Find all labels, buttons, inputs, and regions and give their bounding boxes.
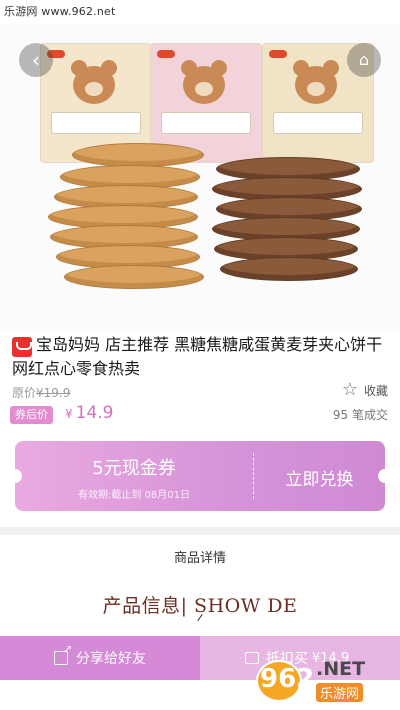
section-divider [0, 527, 400, 535]
home-icon: ⌂ [358, 50, 370, 69]
star-icon: ☆ [341, 379, 358, 400]
back-button[interactable]: ‹ [19, 43, 53, 77]
product-title: 宝岛妈妈 店主推荐 黑糖焦糖咸蛋黄麦芽夹心饼干网红点心零食热卖 [12, 335, 383, 378]
details-heading: 商品详情 [173, 551, 226, 566]
home-button[interactable]: ⌂ [347, 43, 381, 77]
biscuit [220, 257, 358, 281]
favorite-label: 收藏 [363, 383, 388, 398]
biscuit [64, 265, 204, 289]
site-watermark-logo: 962 .NET 乐游网 [256, 656, 392, 706]
share-button[interactable]: 分享给好友 [0, 636, 200, 680]
share-icon [54, 644, 72, 665]
biscuit [72, 143, 204, 167]
coupon-validity: 有效期:截止到 08月01日 [78, 490, 190, 501]
product-info-banner: 产品信息| SHOW DE [102, 595, 298, 617]
coupon-price-tag: 券后价 [10, 406, 53, 424]
watermark-text: 乐游网 www.962.net [4, 5, 116, 18]
chevron-left-icon: ‹ [32, 48, 40, 72]
coupon-amount: 5元现金券 [92, 458, 176, 479]
coupon-card[interactable]: 5元现金券 有效期:截止到 08月01日 立即兑换 [15, 441, 385, 511]
favorite-button[interactable]: ☆ 收藏 [342, 381, 388, 399]
share-label: 分享给好友 [76, 651, 146, 667]
final-price: ¥14.9 [65, 403, 114, 423]
product-image[interactable]: ‹ ⌂ [0, 25, 400, 330]
sold-count: 95 笔成交 [332, 408, 388, 422]
redeem-button[interactable]: 立即兑换 [254, 465, 385, 490]
original-price: 原价¥19.9 [12, 386, 71, 400]
